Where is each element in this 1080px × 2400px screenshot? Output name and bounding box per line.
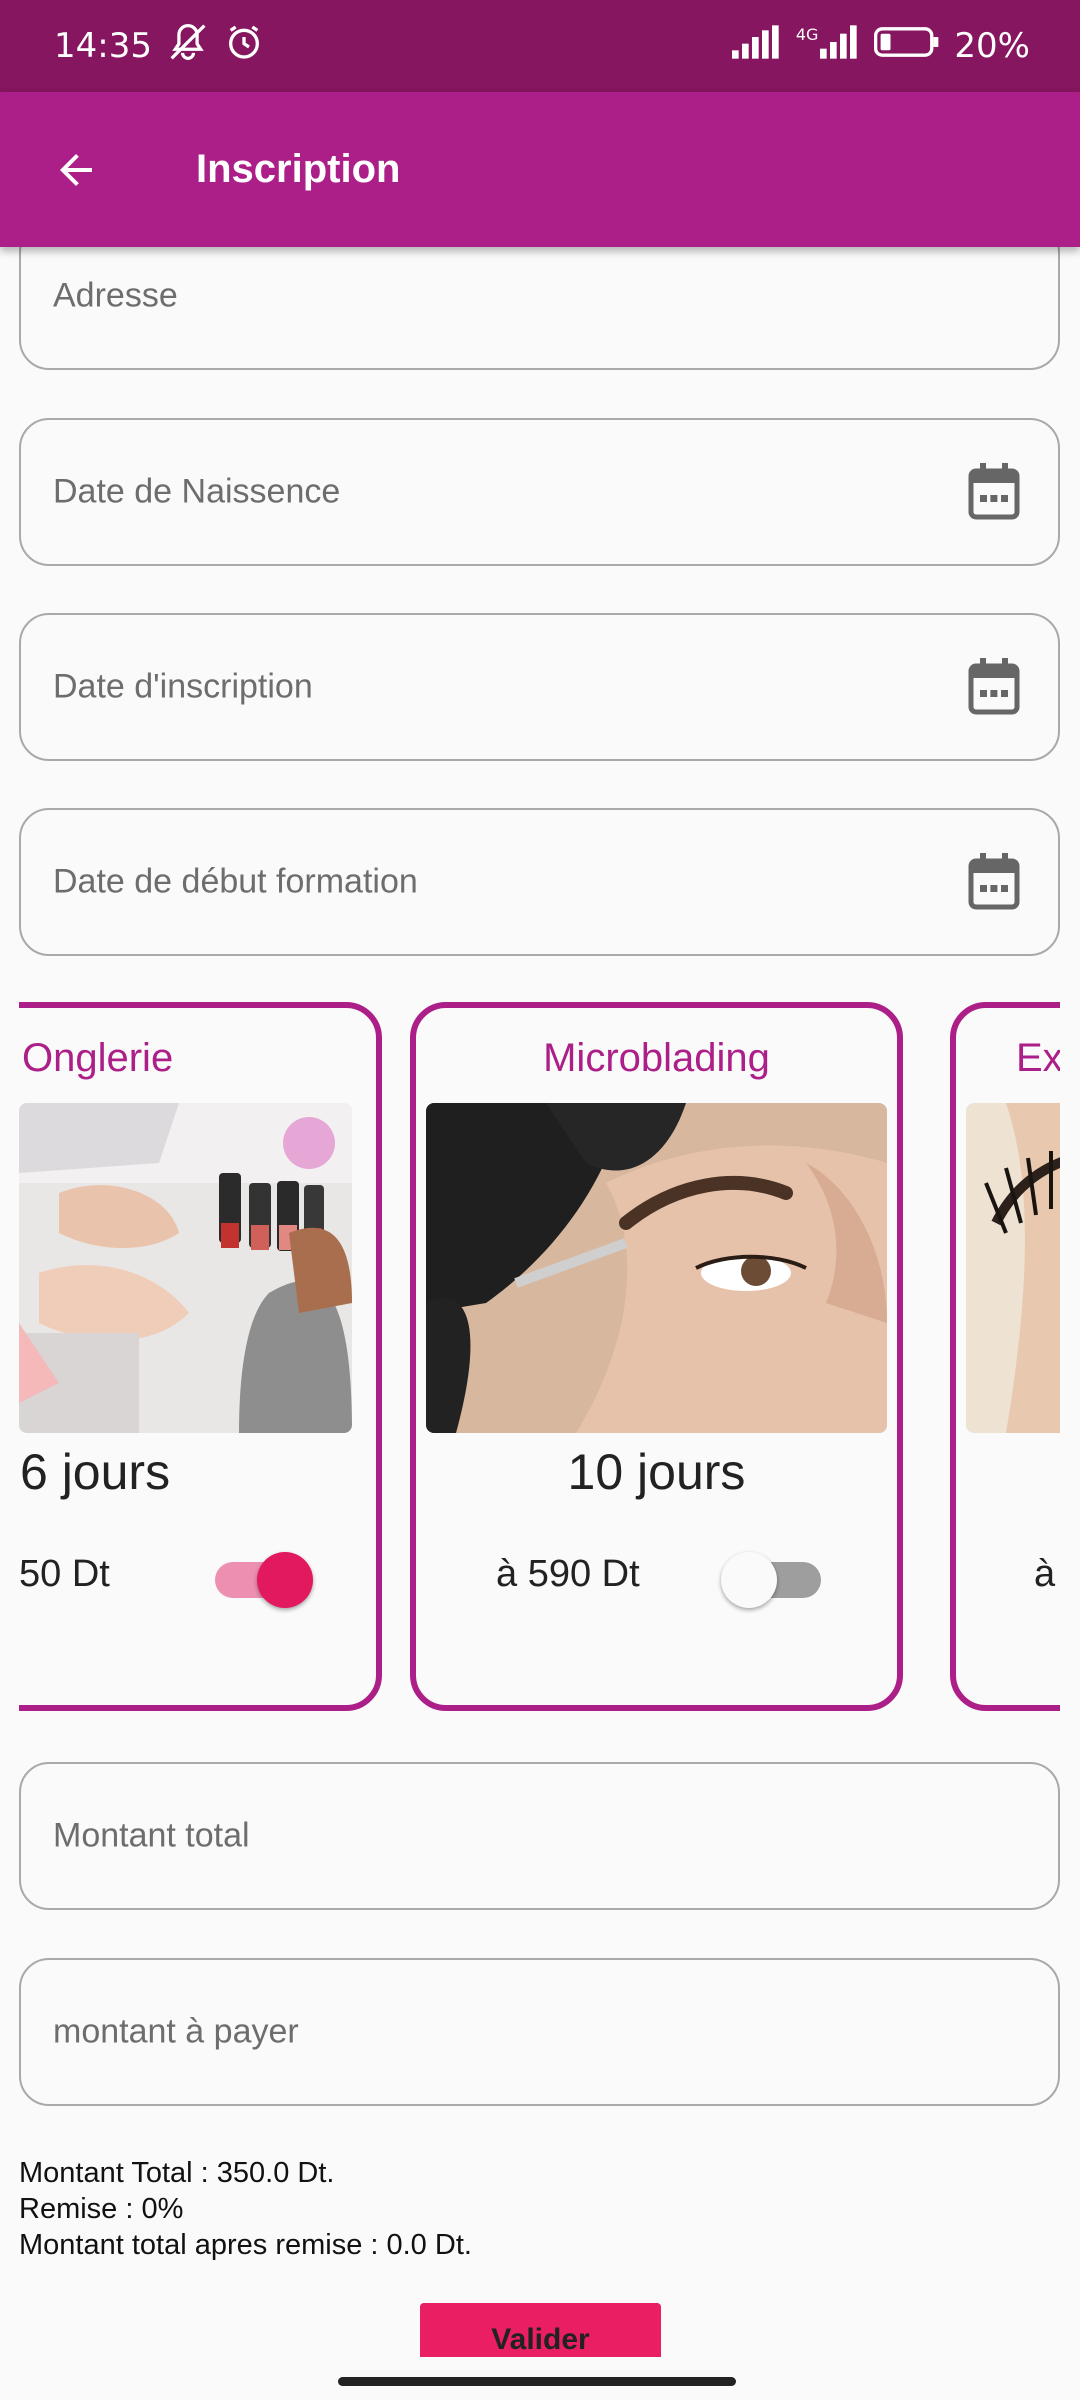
eyelash-extension-photo [966,1103,1060,1433]
date-debut-formation-label: Date de début formation [53,862,418,901]
date-inscription-field[interactable]: Date d'inscription [19,613,1060,761]
app-bar: Inscription [0,92,1080,247]
signal-icon-2 [820,24,860,68]
date-naissance-field[interactable]: Date de Naissence [19,418,1060,566]
montant-total-label: Montant total [53,1816,250,1855]
card-title: Ex [1016,1036,1060,1080]
alarm-icon [224,22,264,71]
page-title: Inscription [196,147,401,191]
valider-button[interactable]: Valider [420,2303,661,2358]
montant-total-field[interactable]: Montant total [19,1762,1060,1910]
status-time: 14:35 [54,26,152,66]
date-debut-formation-field[interactable]: Date de début formation [19,808,1060,956]
card-duration: 10 jours [567,1444,746,1500]
eyebrow-microblading-photo [426,1103,887,1433]
calendar-icon[interactable] [968,463,1020,521]
summary-total-after-discount: Montant total apres remise : 0.0 Dt. [19,2229,472,2261]
formation-carousel[interactable]: Onglerie 6 jours 50 Dt Microblading 10 j… [19,1000,1060,1720]
calendar-icon[interactable] [968,658,1020,716]
selection-toggle-on[interactable] [205,1544,315,1608]
muted-bell-icon [166,22,210,71]
formation-card-extension[interactable]: Ex à [950,1002,1060,1711]
back-arrow-icon[interactable] [40,134,112,206]
battery-level: 20% [954,26,1030,66]
formation-card-onglerie[interactable]: Onglerie 6 jours 50 Dt [19,1002,382,1711]
battery-icon [874,25,940,68]
network-type: 4G [795,24,819,44]
card-price: à [1034,1553,1056,1595]
formation-card-microblading[interactable]: Microblading 10 jours à 590 Dt [410,1002,903,1711]
date-inscription-label: Date d'inscription [53,667,313,706]
calendar-icon[interactable] [968,853,1020,911]
status-bar: 14:35 4G 20% [0,0,1080,92]
montant-payer-field[interactable]: montant à payer [19,1958,1060,2106]
card-price: à 590 Dt [496,1553,640,1595]
selection-toggle-off[interactable] [721,1544,831,1608]
summary-remise: Remise : 0% [19,2193,184,2225]
system-navigation-bar [0,2357,1080,2400]
summary-block: Montant Total : 350.0 Dt. Remise : 0% Mo… [19,2155,472,2263]
montant-payer-label: montant à payer [53,2012,299,2051]
date-naissance-label: Date de Naissence [53,472,341,511]
signal-icon [731,24,782,68]
card-duration: 6 jours [20,1444,171,1500]
home-indicator[interactable] [338,2377,736,2386]
adresse-label: Adresse [53,276,178,315]
nail-manicure-photo [19,1103,352,1433]
card-price: 50 Dt [19,1553,110,1595]
card-title: Microblading [543,1036,770,1080]
summary-total: Montant Total : 350.0 Dt. [19,2157,335,2189]
card-title: Onglerie [22,1036,174,1080]
